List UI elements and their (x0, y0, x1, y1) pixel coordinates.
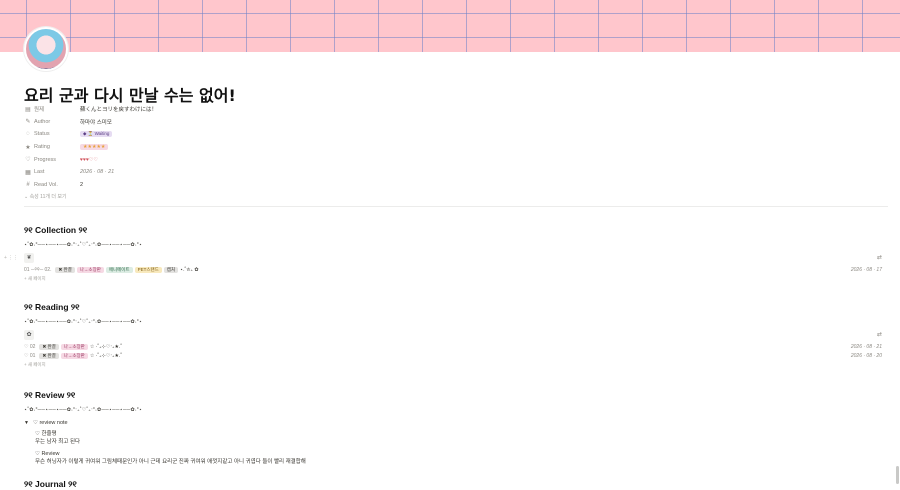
property-progress[interactable]: ♡ Progress ♥♥♥♡♡ (24, 153, 444, 166)
property-label: Read Vol. (34, 181, 58, 188)
table-row[interactable]: ♡ 01 ✖ 완결 나→소장판 ☆ ·˚₊⊹♡‧₊★.˚ 2026 · 08 ·… (24, 351, 888, 360)
property-label: Rating (34, 144, 50, 151)
property-label: Progress (34, 156, 57, 163)
row-date: 2026 · 08 · 21 (850, 343, 882, 350)
table-row[interactable]: 01 ─୨୧─ 02. ✖ 완결 나→소장판 애니메이트 PET스탠드 캡처 ⋆… (24, 265, 888, 274)
row-title[interactable]: ♡ 02 (24, 344, 35, 350)
row-extra: ⋆.˚✮₊ ✿ (180, 266, 199, 273)
journal-section: ୨୧ Journal ୨୧ (24, 479, 888, 490)
property-original-title[interactable]: ▤ 원제 蘇くんとヨリを戻すわけには！ (24, 103, 444, 116)
review-section: ୨୧ Review ୨୧ ⋆˚✿˖°──⋆──⋆──✿˖°‧₊˚♡˚₊‧°˖✿─… (24, 390, 888, 466)
short-review-label: ♡ 한줄평 (35, 431, 57, 437)
toggle-label: ♡ review note (33, 420, 68, 426)
tag: 나→소장판 (60, 343, 88, 350)
calendar-icon: ▦ (25, 169, 31, 176)
progress-hearts[interactable]: ♥♥♥♡♡ (80, 157, 98, 163)
heart-icon: ♡ (25, 157, 31, 164)
divider (24, 206, 888, 207)
text-icon: ▤ (25, 106, 31, 113)
decorative-divider: ⋆˚✿˖°──⋆──⋆──✿˖°‧₊˚♡˚₊‧°˖✿──⋆──⋆──✿˖°⋆ (24, 319, 143, 325)
property-value[interactable]: 蘇くんとヨリを戻すわけには！ (80, 105, 157, 113)
tag: 애니메이트 (105, 266, 133, 273)
property-value[interactable]: 2026 · 08 · 21 (80, 169, 114, 175)
decorative-divider: ⋆˚✿˖°──⋆──⋆──✿˖°‧₊˚♡˚₊‧°˖✿──⋆──⋆──✿˖°⋆ (24, 242, 143, 248)
property-label: 원제 (34, 107, 45, 114)
scrollbar[interactable] (896, 466, 899, 484)
review-text[interactable]: 무슨 허닝자가 이렇게 귀여워 그림체때문인가 아니 근데 요리군 진짜 귀여워… (35, 458, 888, 466)
properties-panel: ▤ 원제 蘇くんとヨリを戻すわけには！ ✎ Author 하마야 스미모 ◌ Stat… (24, 103, 444, 200)
property-label: Status (34, 131, 50, 138)
drag-handle-icon[interactable]: + ⋮⋮ (4, 255, 18, 261)
row-extra: ☆ ·˚₊⊹♡‧₊★.˚ (89, 343, 123, 350)
collection-heading: ୨୧ Collection ୨୧ (24, 225, 88, 235)
tag: 캡처 (163, 266, 179, 273)
reading-section: ୨୧ Reading ୨୧ ⋆˚✿˖°──⋆──⋆──✿˖°‧₊˚♡˚₊‧°˖✿… (24, 302, 888, 368)
more-properties-toggle[interactable]: ⌄ 속성 11개 더 보기 (24, 193, 444, 200)
status-icon: ◌ (26, 131, 30, 138)
row-date: 2026 · 08 · 17 (850, 266, 882, 273)
page-icon[interactable] (24, 27, 68, 71)
tag: ✖ 완결 (55, 266, 75, 273)
row-title[interactable]: 01 ─୨୧─ 02. (24, 267, 51, 273)
row-extra: ☆ ·˚₊⊹♡‧₊★.˚ (89, 352, 123, 359)
new-page-button[interactable]: + 새 페이지 (24, 276, 888, 282)
view-settings-icon[interactable]: ⇄ (877, 254, 882, 261)
reading-heading: ୨୧ Reading ୨୧ (24, 302, 80, 312)
rating-badge[interactable]: ★★★★★ (80, 144, 109, 151)
tag: 나→소장판 (76, 266, 104, 273)
tag: ✖ 완결 (39, 352, 59, 359)
review-note: ♡ 한줄평 우는 남자 최고 된다 ♡ Review 무슨 허닝자가 이렇게 귀… (35, 430, 888, 466)
review-label: ♡ Review (35, 451, 60, 457)
decorative-divider: ⋆˚✿˖°──⋆──⋆──✿˖°‧₊˚♡˚₊‧°˖✿──⋆──⋆──✿˖°⋆ (24, 407, 143, 413)
property-label: Author (34, 118, 51, 125)
review-heading: ୨୧ Review ୨୧ (24, 390, 76, 400)
person-icon: ✎ (25, 119, 31, 126)
property-author[interactable]: ✎ Author 하마야 스미모 (24, 116, 444, 129)
flower-view-icon[interactable]: ✿ (24, 330, 34, 340)
triangle-down-icon[interactable]: ▼ (24, 420, 33, 426)
hash-icon: # (26, 181, 30, 188)
property-label: Last (34, 169, 45, 176)
property-read-vol[interactable]: # Read Vol. 2 (24, 179, 444, 192)
property-status[interactable]: ◌ Status ◆ ⏳ Waiting (24, 128, 444, 141)
tag: ✖ 완결 (39, 343, 59, 350)
status-badge[interactable]: ◆ ⏳ Waiting (80, 131, 113, 138)
view-settings-icon[interactable]: ⇄ (877, 331, 882, 338)
page-cover[interactable] (0, 0, 900, 52)
collection-section: ୨୧ Collection ୨୧ ⋆˚✿˖°──⋆──⋆──✿˖°‧₊˚♡˚₊‧… (24, 225, 888, 282)
property-value[interactable]: 2 (80, 182, 83, 188)
property-value[interactable]: 하마야 스미모 (80, 118, 112, 126)
property-rating[interactable]: ★ Rating ★★★★★ (24, 141, 444, 154)
tag: 나→소장판 (60, 352, 88, 359)
short-review-text[interactable]: 우는 남자 최고 된다 (35, 438, 888, 446)
new-page-button[interactable]: + 새 페이지 (24, 362, 888, 368)
row-date: 2026 · 08 · 20 (850, 352, 882, 359)
row-title[interactable]: ♡ 01 (24, 353, 35, 359)
gallery-view-icon[interactable]: ❦ (24, 253, 34, 263)
property-last[interactable]: ▦ Last 2026 · 08 · 21 (24, 166, 444, 179)
tag: PET스탠드 (134, 266, 162, 273)
star-icon: ★ (25, 144, 31, 151)
table-row[interactable]: ♡ 02 ✖ 완결 나→소장판 ☆ ·˚₊⊹♡‧₊★.˚ 2026 · 08 ·… (24, 342, 888, 351)
review-toggle[interactable]: ▼ ♡ review note (24, 420, 888, 426)
journal-heading: ୨୧ Journal ୨୧ (24, 479, 77, 489)
